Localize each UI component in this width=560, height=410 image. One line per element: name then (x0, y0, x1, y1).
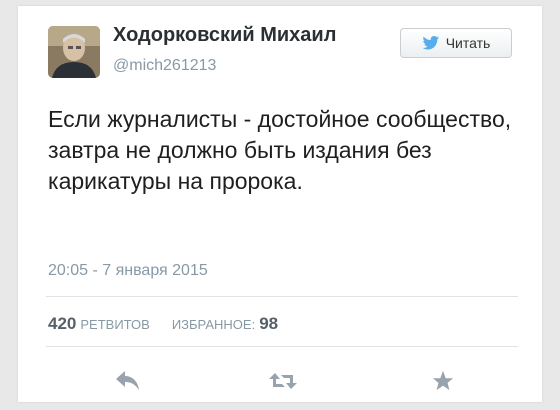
retweet-icon (269, 373, 297, 389)
favorite-button[interactable] (428, 366, 458, 396)
reply-button[interactable] (113, 366, 143, 396)
tweet-timestamp[interactable]: 20:05 - 7 января 2015 (48, 262, 208, 280)
divider (46, 346, 518, 347)
avatar[interactable] (48, 26, 100, 78)
retweets-count[interactable]: 420 (48, 314, 76, 334)
retweets-label[interactable]: РЕТВИТОВ (80, 317, 149, 332)
tweet-stats: 420 РЕТВИТОВ ИЗБРАННОЕ: 98 (48, 314, 278, 334)
tweet-text: Если журналисты - достойное сообщество, … (48, 106, 512, 194)
star-icon (432, 370, 454, 391)
author-name[interactable]: Ходорковский Михаил (113, 24, 336, 47)
reply-icon (116, 371, 139, 390)
tweet-card: Ходорковский Михаил @mich261213 Читать Е… (18, 6, 542, 402)
favorites-label[interactable]: ИЗБРАННОЕ: (172, 317, 255, 332)
divider (46, 296, 518, 297)
favorites-count[interactable]: 98 (259, 314, 278, 334)
twitter-bird-icon (422, 36, 439, 50)
follow-button[interactable]: Читать (400, 28, 512, 58)
author-handle[interactable]: @mich261213 (113, 57, 216, 75)
retweet-button[interactable] (268, 366, 298, 396)
follow-label: Читать (445, 35, 491, 51)
